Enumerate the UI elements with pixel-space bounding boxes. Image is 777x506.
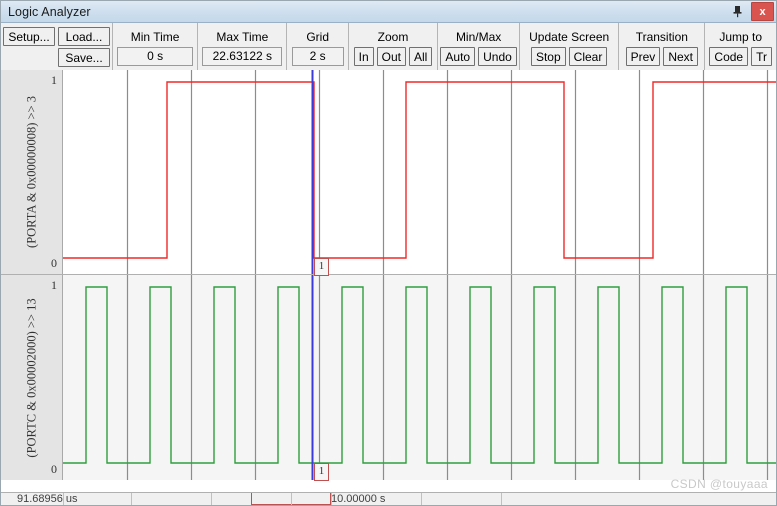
channel-1-waveform bbox=[63, 275, 776, 480]
close-button[interactable]: x bbox=[751, 2, 774, 21]
min-time-input[interactable]: 0 s bbox=[117, 47, 194, 66]
status-divider bbox=[501, 493, 502, 505]
transition-prev-button[interactable]: Prev bbox=[625, 47, 661, 66]
toolbar-group-zoom: Zoom In Out All bbox=[349, 23, 439, 70]
title-bar-buttons: x bbox=[728, 1, 774, 22]
zoom-all-button[interactable]: All bbox=[409, 47, 433, 66]
update-stop-button[interactable]: Stop bbox=[530, 47, 566, 66]
toolbar: Setup... Load... Save... Min Time 0 s Ma… bbox=[1, 23, 776, 71]
channel-0-axis: 1 (PORTA & 0x00000008) >> 3 0 bbox=[1, 70, 63, 274]
status-divider bbox=[331, 493, 332, 505]
status-left-time: 91.68956 us bbox=[17, 493, 78, 505]
grid-label: Grid bbox=[306, 30, 329, 44]
status-right-time: 10.00000 s bbox=[331, 493, 386, 505]
status-divider bbox=[211, 493, 212, 505]
jump-trace-button[interactable]: Tr bbox=[751, 47, 772, 66]
zoom-label: Zoom bbox=[377, 30, 409, 44]
channel-0-high-label: 1 bbox=[51, 73, 57, 87]
status-divider bbox=[421, 493, 422, 505]
channel-1-canvas[interactable] bbox=[63, 275, 776, 480]
title-bar: Logic Analyzer x bbox=[1, 1, 776, 23]
transition-next-button[interactable]: Next bbox=[663, 47, 698, 66]
toolbar-group-min-max: Min/Max Auto Undo bbox=[438, 23, 521, 70]
toolbar-group-files: Setup... Load... Save... bbox=[1, 23, 113, 70]
toolbar-group-min-time: Min Time 0 s bbox=[113, 23, 199, 70]
status-bar: 91.68956 us 10.00000 s bbox=[1, 492, 776, 505]
waveform-plot-area: 1 (PORTA & 0x00000008) >> 3 0 1 1 (PORTC… bbox=[1, 70, 776, 505]
toolbar-group-transition: Transition Prev Next bbox=[619, 23, 706, 70]
status-divider bbox=[291, 493, 292, 505]
jump-code-button[interactable]: Code bbox=[709, 47, 749, 66]
channel-1-name: (PORTC & 0x00002000) >> 13 bbox=[24, 297, 38, 458]
channel-1-high-label: 1 bbox=[51, 278, 57, 292]
channel-row-porta: 1 (PORTA & 0x00000008) >> 3 0 1 bbox=[1, 70, 776, 276]
cursor-marker-0[interactable]: 1 bbox=[314, 258, 329, 276]
min-max-label: Min/Max bbox=[455, 30, 502, 44]
max-time-label: Max Time bbox=[216, 30, 269, 44]
toolbar-group-grid: Grid 2 s bbox=[287, 23, 349, 70]
minmax-auto-button[interactable]: Auto bbox=[440, 47, 476, 66]
pin-glyph bbox=[733, 6, 742, 18]
grid-input[interactable]: 2 s bbox=[291, 47, 344, 66]
channel-0-waveform bbox=[63, 70, 776, 274]
zoom-in-button[interactable]: In bbox=[353, 47, 374, 66]
load-button[interactable]: Load... bbox=[58, 26, 110, 46]
window-title: Logic Analyzer bbox=[8, 4, 91, 19]
toolbar-group-jump-to: Jump to Code Tr bbox=[705, 23, 776, 70]
channel-row-portc: 1 (PORTC & 0x00002000) >> 13 0 1 bbox=[1, 275, 776, 481]
jump-to-label: Jump to bbox=[719, 30, 763, 44]
min-time-label: Min Time bbox=[130, 30, 180, 44]
zoom-out-button[interactable]: Out bbox=[376, 47, 407, 66]
status-divider bbox=[131, 493, 132, 505]
status-divider bbox=[63, 493, 64, 505]
channel-0-name: (PORTA & 0x00000008) >> 3 bbox=[24, 96, 38, 248]
pin-icon[interactable] bbox=[728, 3, 747, 20]
channel-1-low-label: 0 bbox=[51, 462, 57, 476]
toolbar-group-max-time: Max Time 22.63122 s bbox=[198, 23, 288, 70]
update-clear-button[interactable]: Clear bbox=[568, 47, 608, 66]
save-button[interactable]: Save... bbox=[58, 47, 110, 67]
update-screen-label: Update Screen bbox=[529, 30, 610, 44]
logic-analyzer-window: Logic Analyzer x Setup... Load... Save..… bbox=[0, 0, 777, 506]
files-spacer bbox=[3, 48, 55, 67]
channel-0-canvas[interactable] bbox=[63, 70, 776, 274]
minmax-undo-button[interactable]: Undo bbox=[478, 47, 517, 66]
setup-button[interactable]: Setup... bbox=[3, 26, 55, 46]
cursor-marker-1[interactable]: 1 bbox=[314, 463, 329, 481]
channel-0-low-label: 0 bbox=[51, 256, 57, 270]
transition-label: Transition bbox=[635, 30, 688, 44]
channel-1-axis: 1 (PORTC & 0x00002000) >> 13 0 bbox=[1, 275, 63, 480]
toolbar-group-update-screen: Update Screen Stop Clear bbox=[520, 23, 620, 70]
max-time-input[interactable]: 22.63122 s bbox=[202, 47, 283, 66]
